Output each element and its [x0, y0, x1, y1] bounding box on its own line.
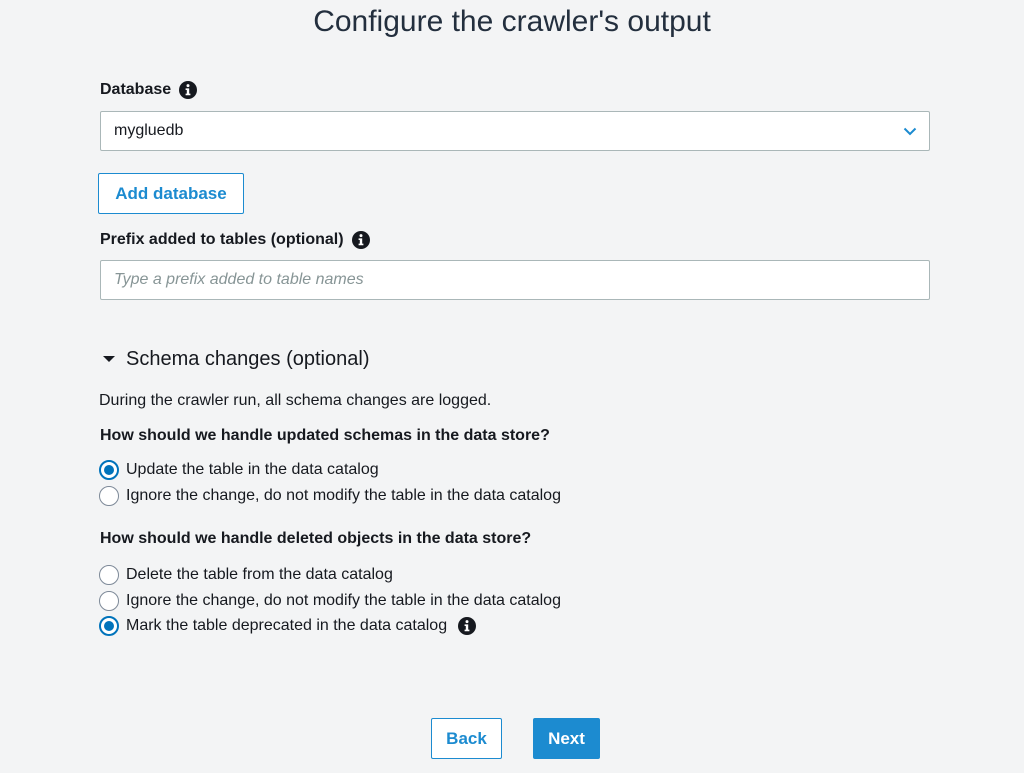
chevron-down-icon: [903, 127, 917, 136]
prefix-input[interactable]: [100, 260, 930, 300]
deleted-objects-question: How should we handle deleted objects in …: [100, 530, 532, 547]
radio-mark-deprecated[interactable]: Mark the table deprecated in the data ca…: [99, 616, 477, 636]
schema-changes-toggle[interactable]: Schema changes (optional): [102, 345, 369, 373]
radio-update-table[interactable]: Update the table in the data catalog: [99, 460, 379, 480]
schema-changes-description: During the crawler run, all schema chang…: [99, 392, 492, 409]
database-label-text: Database: [100, 81, 172, 98]
info-icon[interactable]: [458, 617, 477, 635]
radio-button[interactable]: [99, 565, 119, 585]
add-database-button[interactable]: Add database: [98, 173, 244, 214]
info-icon[interactable]: [179, 81, 198, 99]
prefix-label: Prefix added to tables (optional): [100, 230, 370, 250]
radio-label: Delete the table from the data catalog: [126, 566, 393, 583]
radio-label: Mark the table deprecated in the data ca…: [126, 617, 448, 634]
database-select[interactable]: mygluedb: [100, 111, 930, 151]
radio-button-selected[interactable]: [99, 616, 119, 636]
updated-schemas-question: How should we handle updated schemas in …: [100, 427, 550, 444]
radio-label: Ignore the change, do not modify the tab…: [126, 487, 561, 504]
schema-changes-title: Schema changes (optional): [126, 348, 370, 370]
radio-ignore-deleted[interactable]: Ignore the change, do not modify the tab…: [99, 591, 561, 611]
radio-label: Update the table in the data catalog: [126, 461, 379, 478]
caret-down-icon: [102, 355, 116, 363]
prefix-label-text: Prefix added to tables (optional): [100, 231, 344, 248]
radio-label: Ignore the change, do not modify the tab…: [126, 592, 561, 609]
radio-delete-table[interactable]: Delete the table from the data catalog: [99, 565, 393, 585]
next-button[interactable]: Next: [533, 718, 600, 759]
page-title: Configure the crawler's output: [313, 5, 711, 38]
radio-button-selected[interactable]: [99, 460, 119, 480]
back-button[interactable]: Back: [431, 718, 502, 759]
radio-button[interactable]: [99, 591, 119, 611]
database-label: Database: [100, 80, 198, 100]
database-select-value: mygluedb: [114, 122, 184, 139]
radio-ignore-updated[interactable]: Ignore the change, do not modify the tab…: [99, 486, 561, 506]
radio-button[interactable]: [99, 486, 119, 506]
info-icon[interactable]: [351, 231, 370, 249]
